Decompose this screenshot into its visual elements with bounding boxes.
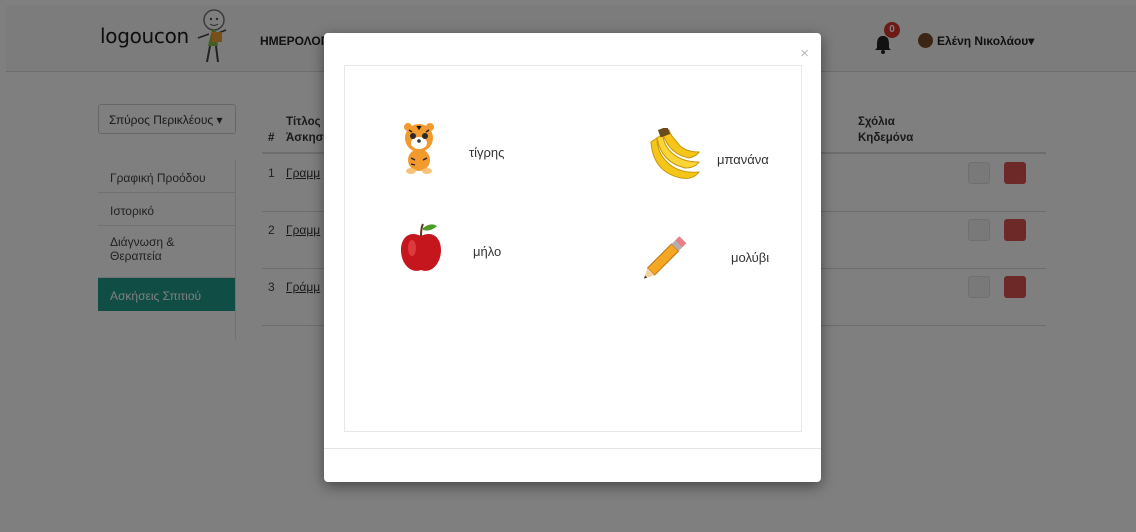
pencil-icon[interactable]: [643, 230, 693, 282]
card-label-pencil: μολύβι: [731, 250, 770, 265]
banana-icon[interactable]: [645, 128, 703, 184]
modal-body: τίγρης μπανάνα μήλο μολύβι: [344, 65, 802, 432]
apple-icon[interactable]: [399, 222, 443, 274]
modal-footer: [324, 448, 821, 449]
close-icon[interactable]: ×: [800, 45, 809, 62]
exercise-modal: × τίγρης μπανάνα μήλο μολύβι: [324, 33, 821, 482]
card-label-banana: μπανάνα: [717, 152, 769, 167]
tiger-icon[interactable]: [397, 120, 441, 174]
card-label-tiger: τίγρης: [469, 145, 505, 160]
card-label-apple: μήλο: [473, 244, 502, 259]
